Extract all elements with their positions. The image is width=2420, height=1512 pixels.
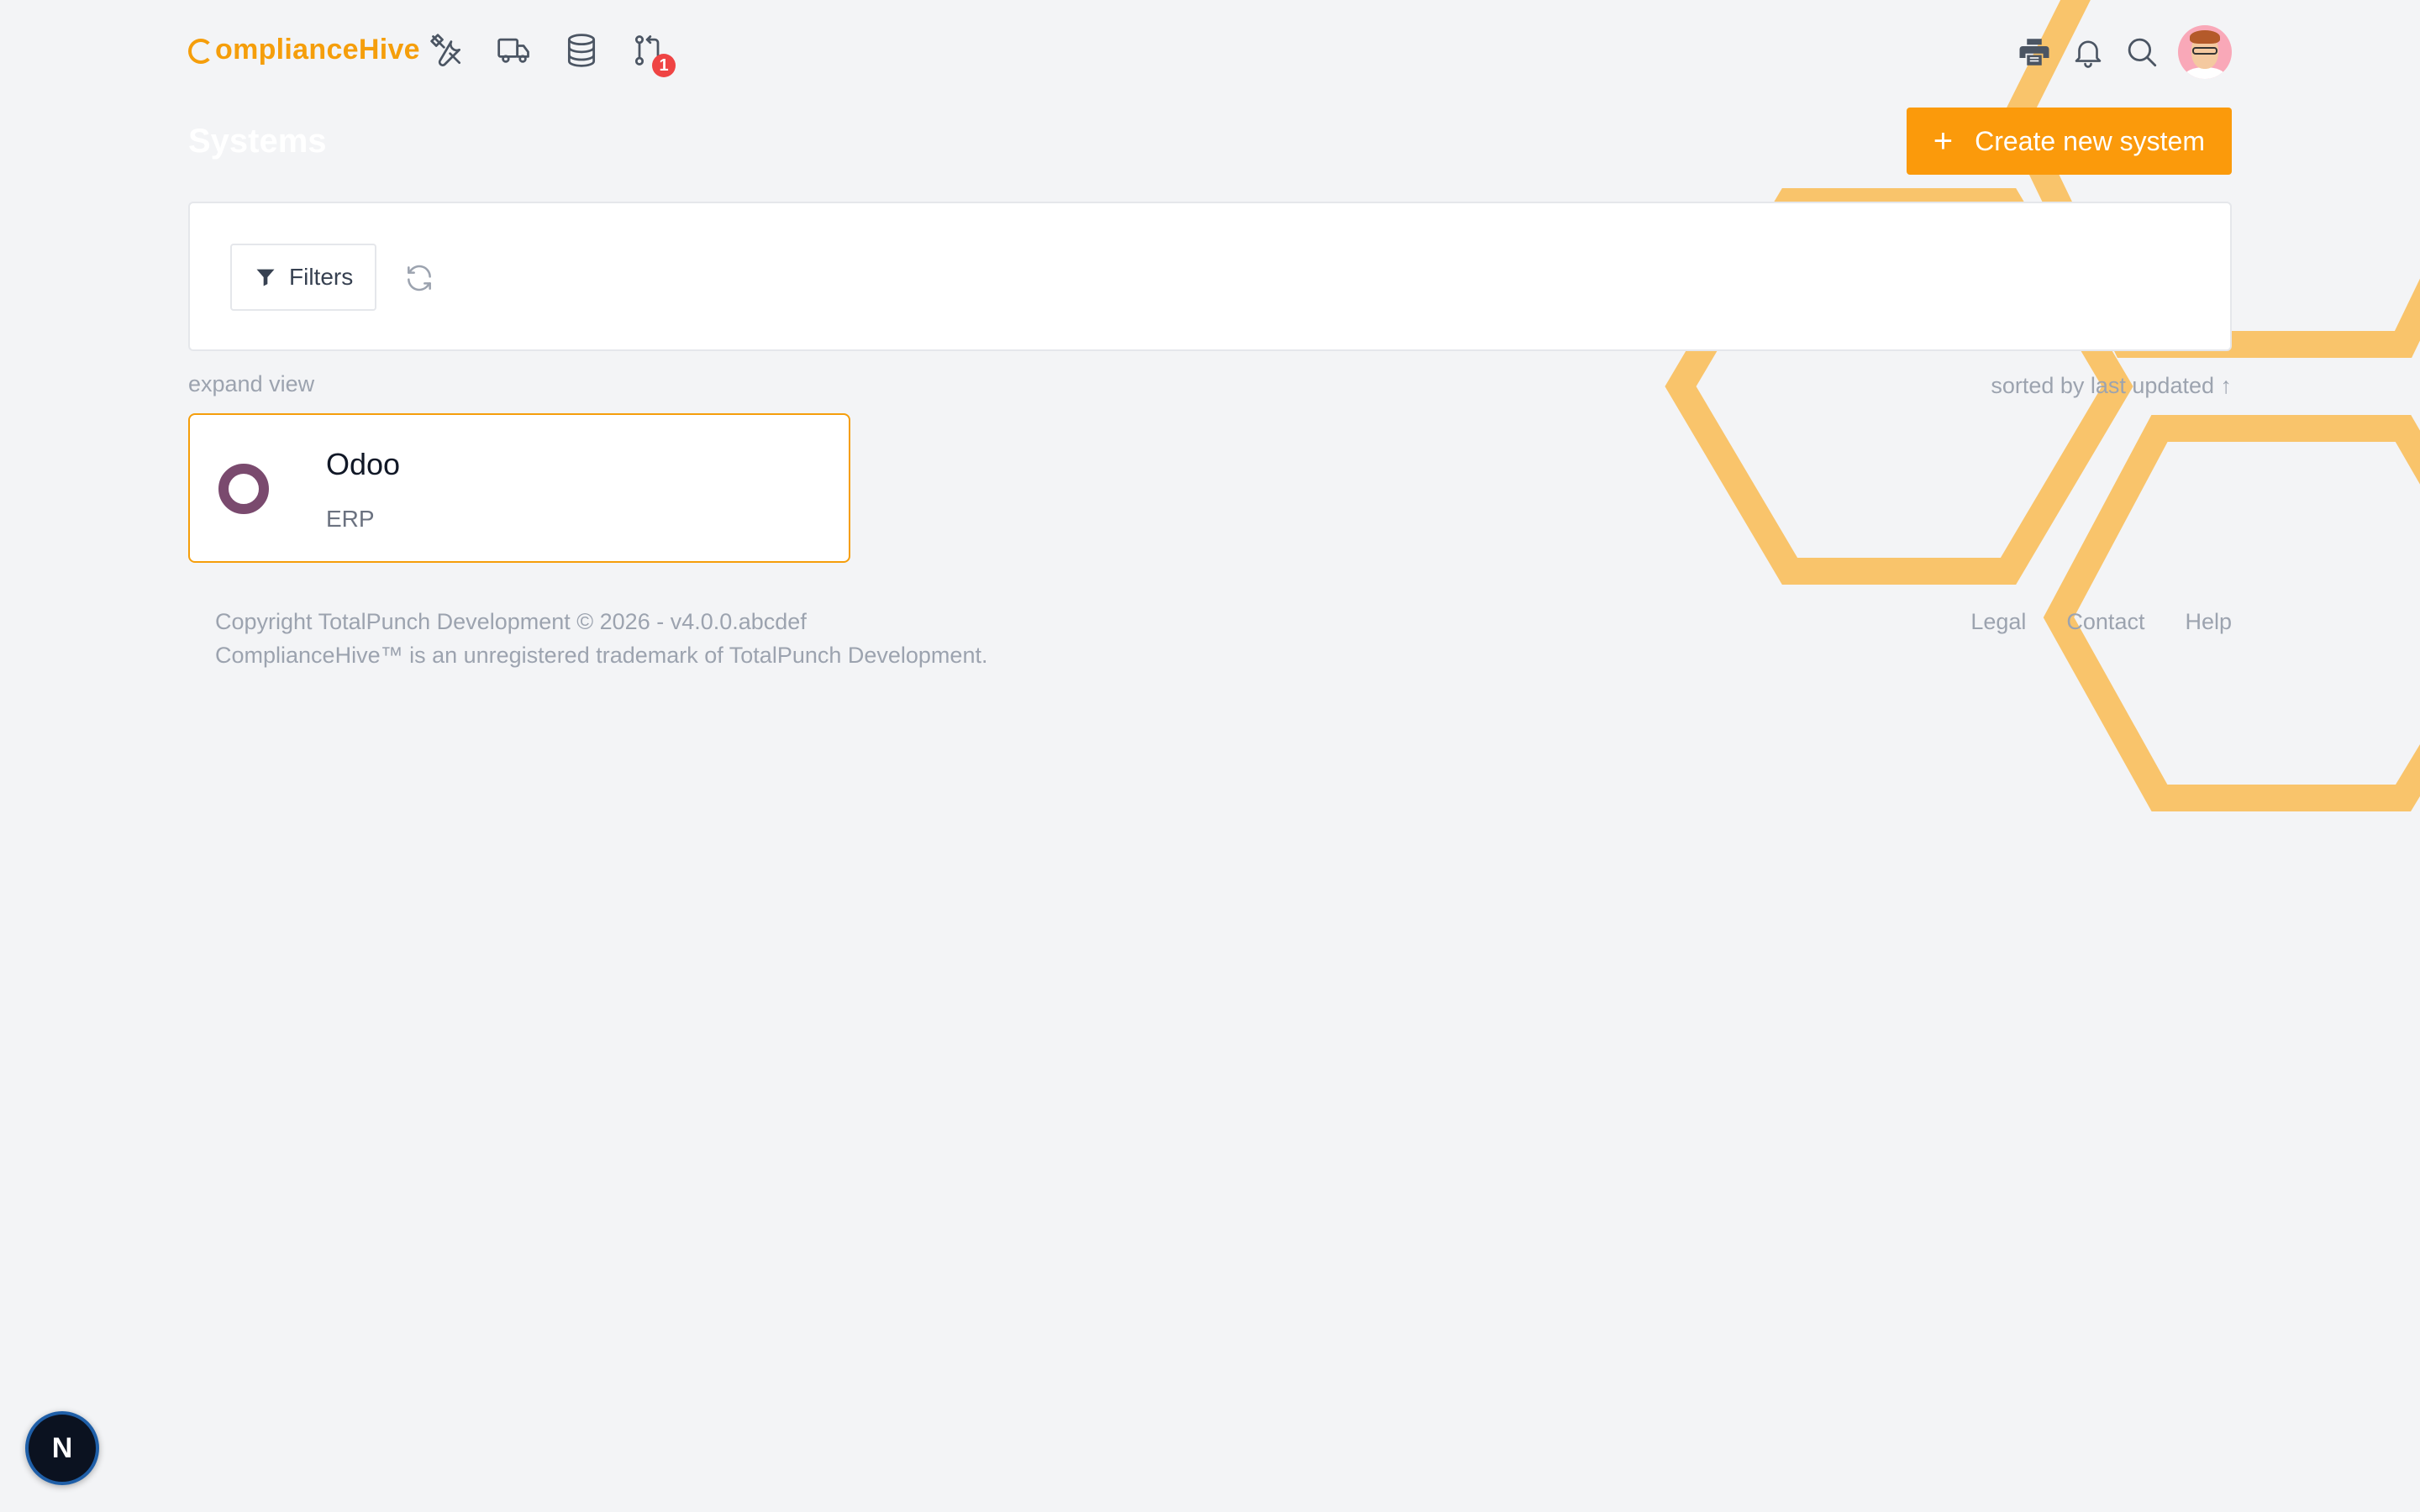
truck-icon[interactable] bbox=[496, 32, 533, 69]
app-logo[interactable]: omplianceHive bbox=[188, 34, 420, 66]
funnel-icon bbox=[256, 269, 275, 286]
filters-button[interactable]: Filters bbox=[230, 244, 377, 311]
footer-link-legal[interactable]: Legal bbox=[1970, 605, 2026, 638]
page-title: Systems bbox=[188, 123, 327, 160]
top-navigation: omplianceHive 1 bbox=[188, 25, 2232, 84]
footer-link-contact[interactable]: Contact bbox=[2066, 605, 2144, 638]
system-type: ERP bbox=[326, 506, 375, 532]
title-row: Systems + Create new system bbox=[188, 108, 2232, 175]
user-avatar[interactable] bbox=[2178, 25, 2232, 79]
expand-view-link[interactable]: expand view bbox=[188, 371, 314, 397]
footer-link-help[interactable]: Help bbox=[2185, 605, 2232, 638]
refresh-icon[interactable] bbox=[403, 262, 435, 294]
trademark-line: ComplianceHive™ is an unregistered trade… bbox=[215, 643, 988, 668]
sort-indicator[interactable]: sorted by last updated ↑ bbox=[1991, 373, 2232, 399]
database-icon[interactable] bbox=[563, 32, 600, 69]
system-name: Odoo bbox=[326, 447, 401, 481]
logo-mark-icon bbox=[188, 38, 213, 64]
tools-icon[interactable] bbox=[429, 32, 466, 69]
nextjs-dev-indicator[interactable]: N bbox=[25, 1411, 99, 1485]
printer-icon[interactable] bbox=[2017, 34, 2052, 70]
bell-icon[interactable] bbox=[2070, 34, 2106, 70]
notification-badge: 1 bbox=[652, 54, 676, 77]
list-meta-row: expand view sorted by last updated ↑ bbox=[188, 370, 2232, 403]
page: omplianceHive 1 Systems + Create new sys… bbox=[0, 0, 2420, 1512]
git-pull-request-icon[interactable]: 1 bbox=[630, 32, 676, 77]
filters-label: Filters bbox=[289, 264, 354, 290]
copyright-text: Copyright TotalPunch Development © 2026 … bbox=[215, 605, 987, 672]
dev-indicator-letter: N bbox=[51, 1431, 73, 1464]
odoo-logo-icon bbox=[218, 464, 269, 514]
footer: Copyright TotalPunch Development © 2026 … bbox=[188, 605, 2232, 689]
filter-panel: Filters bbox=[188, 202, 2232, 351]
logo-text: omplianceHive bbox=[215, 34, 420, 66]
header-actions bbox=[2017, 25, 2232, 79]
search-icon[interactable] bbox=[2124, 34, 2160, 70]
nav-icons: 1 bbox=[429, 32, 676, 77]
create-system-label: Create new system bbox=[1975, 125, 2205, 156]
footer-links: Legal Contact Help bbox=[1970, 605, 2232, 638]
system-card[interactable]: Odoo ERP bbox=[188, 413, 850, 563]
create-system-button[interactable]: + Create new system bbox=[1906, 108, 2232, 175]
plus-icon: + bbox=[1933, 123, 1954, 160]
copyright-line: Copyright TotalPunch Development © 2026 … bbox=[215, 609, 807, 634]
